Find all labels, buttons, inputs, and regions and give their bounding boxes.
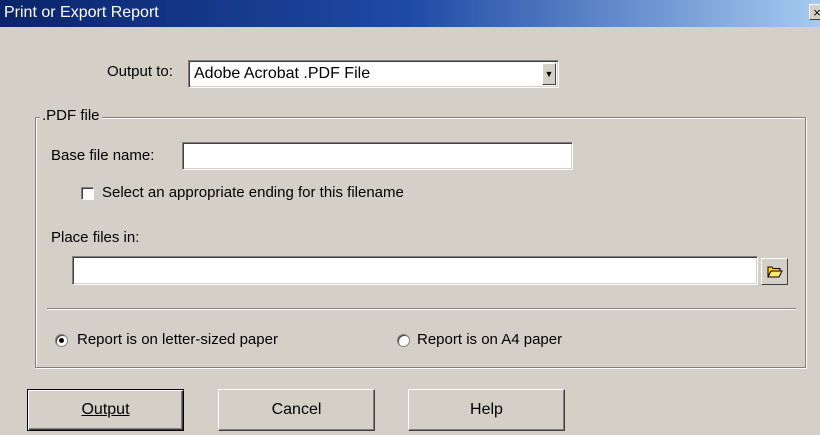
window-title: Print or Export Report xyxy=(4,4,159,21)
a4-paper-label: Report is on A4 paper xyxy=(417,331,563,348)
chevron-down-icon[interactable]: ▼ xyxy=(542,63,556,85)
base-file-name-input[interactable] xyxy=(182,142,573,170)
radio-selected-dot xyxy=(59,338,64,343)
letter-paper-radio[interactable] xyxy=(55,334,68,347)
help-button[interactable]: Help xyxy=(408,389,565,431)
place-files-label: Place files in: xyxy=(51,229,140,246)
help-button-label: Help xyxy=(470,401,503,418)
output-button[interactable]: Output xyxy=(27,389,184,431)
output-to-value: Adobe Acrobat .PDF File xyxy=(194,65,371,82)
a4-paper-radio[interactable] xyxy=(397,334,410,347)
ending-checkbox[interactable] xyxy=(81,187,94,200)
base-file-name-label: Base file name: xyxy=(51,147,155,164)
folder-icon xyxy=(767,266,783,278)
output-to-label: Output to: xyxy=(107,63,173,80)
pdf-file-group-label: .PDF file xyxy=(40,107,102,124)
group-separator xyxy=(47,308,796,310)
browse-folder-button[interactable] xyxy=(761,258,788,285)
place-files-input[interactable] xyxy=(72,256,758,285)
output-to-dropdown[interactable]: Adobe Acrobat .PDF File ▼ xyxy=(188,60,559,88)
title-bar: Print or Export Report × xyxy=(0,0,820,27)
cancel-button-label: Cancel xyxy=(271,401,322,418)
output-button-label: Output xyxy=(81,401,130,418)
close-icon[interactable]: × xyxy=(809,4,820,20)
letter-paper-label: Report is on letter-sized paper xyxy=(77,331,278,348)
cancel-button[interactable]: Cancel xyxy=(218,389,375,431)
ending-checkbox-label: Select an appropriate ending for this fi… xyxy=(102,184,404,201)
